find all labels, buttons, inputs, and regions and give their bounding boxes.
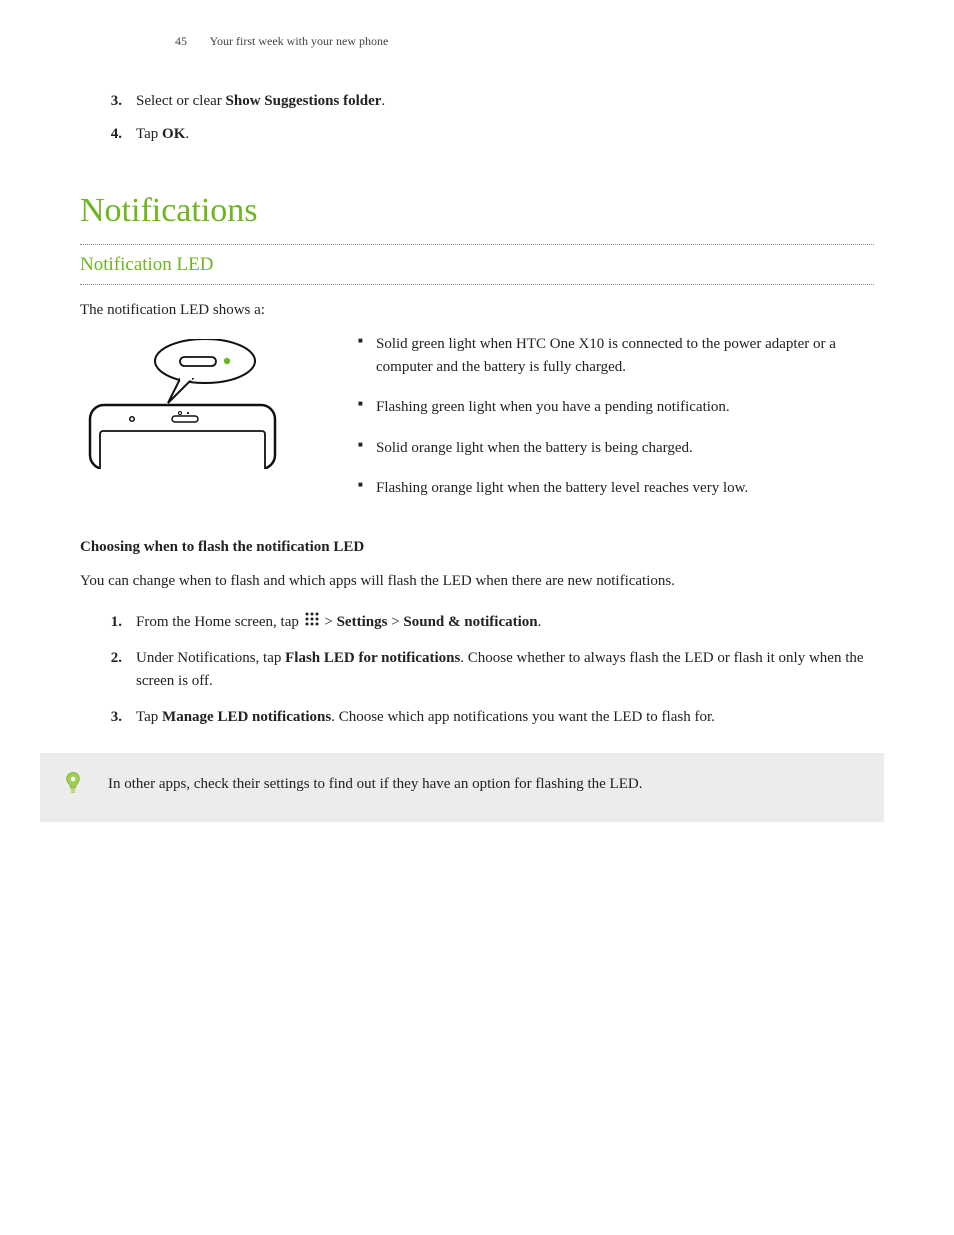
list-item: 3. Select or clear Show Suggestions folde… bbox=[80, 90, 874, 113]
list-item: Flashing orange light when the battery l… bbox=[358, 477, 864, 500]
step-number: 2. bbox=[94, 647, 122, 692]
tip-text: In other apps, check their settings to f… bbox=[108, 773, 864, 796]
step-text: Tap OK. bbox=[136, 123, 189, 146]
section-title: Notifications bbox=[80, 185, 874, 236]
page-number: 45 bbox=[175, 32, 187, 50]
divider bbox=[80, 284, 874, 285]
step-text: Under Notifications, tap Flash LED for n… bbox=[136, 647, 874, 692]
step-number: 3. bbox=[94, 90, 122, 113]
subsection-title: Notification LED bbox=[80, 251, 874, 280]
step-number: 1. bbox=[94, 611, 122, 634]
chapter-title: Your first week with your new phone bbox=[210, 34, 389, 48]
led-states-list: Solid green light when HTC One X10 is co… bbox=[340, 333, 874, 518]
phone-led-illustration bbox=[80, 339, 280, 477]
page-header: 45 Your first week with your new phone bbox=[80, 32, 874, 50]
step-text: Tap Manage LED notifications. Choose whi… bbox=[136, 706, 874, 729]
divider bbox=[80, 244, 874, 245]
list-item: Flashing green light when you have a pen… bbox=[358, 396, 864, 419]
list-item: Solid green light when HTC One X10 is co… bbox=[358, 333, 864, 378]
steps-list: 1. From the Home screen, tap > Settings >… bbox=[80, 611, 874, 729]
step-number: 3. bbox=[94, 706, 122, 729]
list-item: 2. Under Notifications, tap Flash LED for… bbox=[80, 647, 874, 692]
choosing-intro: You can change when to flash and which a… bbox=[80, 570, 874, 593]
list-item: 1. From the Home screen, tap > Settings >… bbox=[80, 611, 874, 634]
subheading: Choosing when to flash the notification … bbox=[80, 536, 874, 559]
intro-text: The notification LED shows a: bbox=[80, 299, 874, 322]
tip-box: In other apps, check their settings to f… bbox=[40, 753, 884, 823]
apps-grid-icon bbox=[305, 611, 319, 634]
step-text: Select or clear Show Suggestions folder. bbox=[136, 90, 385, 113]
lightbulb-icon bbox=[64, 771, 82, 803]
step-number: 4. bbox=[94, 123, 122, 146]
step-text: From the Home screen, tap > Settings > S… bbox=[136, 611, 874, 634]
list-item: 3. Tap Manage LED notifications. Choose w… bbox=[80, 706, 874, 729]
list-item: 4. Tap OK. bbox=[80, 123, 874, 146]
list-item: Solid orange light when the battery is b… bbox=[358, 437, 864, 460]
continued-steps-list: 3. Select or clear Show Suggestions folde… bbox=[80, 90, 874, 145]
